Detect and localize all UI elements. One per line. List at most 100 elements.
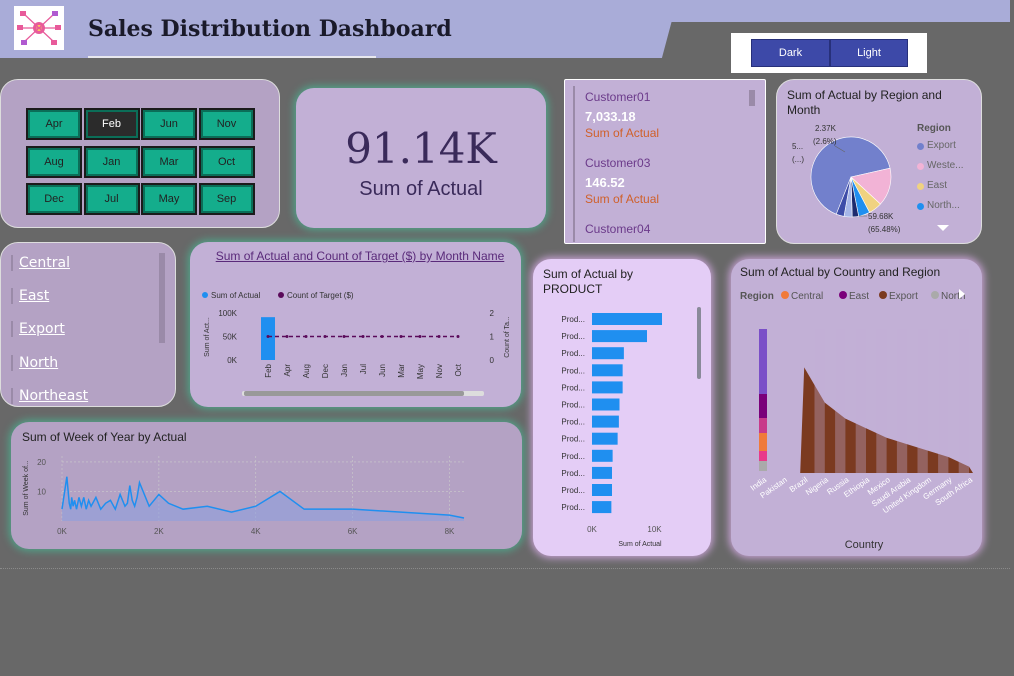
month-button-dec[interactable]: Dec (26, 183, 82, 215)
bar (592, 466, 612, 479)
tick-label: 50K (223, 333, 238, 342)
network-icon (17, 11, 61, 45)
tick-label: 0K (587, 525, 597, 534)
customer-list[interactable]: Customer01 7,033.18 Sum of Actual Custom… (564, 79, 766, 244)
tick-label: Jan (340, 364, 349, 377)
tick-label: Feb (264, 363, 273, 377)
customer-value-label: Sum of Actual (585, 192, 660, 206)
month-button-feb[interactable]: Feb (83, 108, 140, 140)
region-item[interactable]: Export (11, 321, 65, 337)
data-point (342, 335, 346, 338)
kpi-value: 91.14K (345, 124, 497, 173)
customer-name[interactable]: Customer04 (585, 222, 650, 236)
month-button-mar[interactable]: Mar (141, 145, 197, 178)
legend-entry[interactable]: Export (927, 140, 956, 151)
divider (0, 568, 1010, 569)
month-button-nov[interactable]: Nov (198, 108, 255, 140)
week-line-chart: 20 10 0K 2K 4K 6K 8K Sum of Week of... (23, 456, 465, 536)
stripe (835, 329, 846, 473)
theme-toggle: Dark Light (731, 33, 927, 73)
customer-name[interactable]: Customer01 (585, 90, 650, 104)
legend-marker (278, 292, 284, 298)
tick-label: 10 (37, 487, 46, 496)
stripe (876, 329, 887, 473)
week-chart-card: Sum of Week of Year by Actual 20 10 0K 2K 4K… (11, 422, 522, 549)
tick-label: Jul (359, 364, 368, 374)
tick-label: Nigeria (804, 475, 830, 497)
combo-chart-card: Sum of Actual and Count of Target ($) by… (190, 242, 521, 407)
month-button-jan[interactable]: Jan (83, 145, 140, 178)
legend-entry: Count of Target ($) (287, 291, 354, 300)
month-button-jul[interactable]: Jul (83, 183, 140, 215)
tick-label: 0K (57, 527, 67, 536)
scrollbar[interactable] (159, 253, 165, 343)
month-button-oct[interactable]: Oct (198, 145, 255, 178)
bar (592, 330, 647, 343)
stripe (855, 329, 866, 473)
tick-label: 1 (490, 333, 495, 342)
tick-label: Aug (302, 364, 311, 378)
logo (14, 6, 64, 50)
region-slicer: Central East Export North Northeast (0, 242, 176, 407)
month-button-apr[interactable]: Apr (26, 108, 82, 140)
month-button-sep[interactable]: Sep (198, 183, 255, 215)
legend-entry: Central (791, 291, 823, 302)
tick-label: Prod... (561, 349, 585, 358)
pie-chart-card: Sum of Actual by Region and Month 2.37K(… (776, 79, 982, 244)
legend-entry: East (849, 291, 869, 302)
region-item[interactable]: North (11, 355, 58, 371)
bar (592, 501, 612, 514)
tick-label: Prod... (561, 418, 585, 427)
legend-title: Region (917, 123, 951, 134)
legend-marker (781, 291, 789, 299)
data-label: 2.37K (815, 124, 837, 133)
bar-segment (759, 433, 767, 451)
scrollbar[interactable] (749, 90, 755, 106)
bar (592, 347, 624, 360)
tick-label: 10K (647, 525, 662, 534)
data-label: (...) (792, 155, 804, 164)
tick-label: Prod... (561, 332, 585, 341)
month-slicer: Apr Feb Jun Nov Aug Jan Mar Oct Dec Jul May Sep (0, 79, 280, 228)
region-item[interactable]: Northeast (11, 388, 88, 404)
axis-label: Sum of Week of... (23, 460, 30, 516)
legend-marker (917, 143, 924, 150)
legend-entry[interactable]: East (927, 180, 947, 191)
data-point (418, 335, 422, 338)
stripe (938, 329, 949, 473)
region-item[interactable]: Central (11, 255, 70, 271)
bar-segment (759, 418, 767, 433)
tick-label: Prod... (561, 401, 585, 410)
dark-theme-button[interactable]: Dark (751, 39, 830, 67)
bar (592, 398, 620, 411)
chevron-down-icon[interactable] (937, 225, 949, 231)
legend-marker (917, 203, 924, 210)
tick-label: 2K (154, 527, 164, 536)
data-point (380, 335, 384, 338)
bar (592, 313, 662, 325)
stripe (814, 329, 825, 473)
tick-label: Jun (378, 364, 387, 377)
title-underline (88, 56, 376, 58)
tick-label: 4K (251, 527, 261, 536)
data-label: (65.48%) (868, 225, 901, 234)
month-button-aug[interactable]: Aug (26, 145, 82, 178)
month-button-jun[interactable]: Jun (141, 108, 197, 140)
bar-segment (759, 461, 767, 471)
customer-name[interactable]: Customer03 (585, 156, 650, 170)
legend-entry[interactable]: North... (927, 200, 960, 211)
month-button-may[interactable]: May (141, 183, 197, 215)
legend-marker (917, 163, 924, 170)
country-area-chart: Region Central East Export NorthIndiaPakista… (740, 289, 975, 551)
light-theme-button[interactable]: Light (830, 39, 908, 67)
tick-label: Prod... (561, 435, 585, 444)
bar (592, 432, 618, 445)
legend-entry[interactable]: Weste... (927, 160, 964, 171)
customer-value-label: Sum of Actual (585, 126, 660, 140)
tick-label: Prod... (561, 486, 585, 495)
region-item[interactable]: East (11, 288, 49, 304)
legend-marker (931, 291, 939, 299)
scrollbar (697, 307, 701, 379)
stripe (917, 329, 928, 473)
tick-label: Prod... (561, 366, 585, 375)
